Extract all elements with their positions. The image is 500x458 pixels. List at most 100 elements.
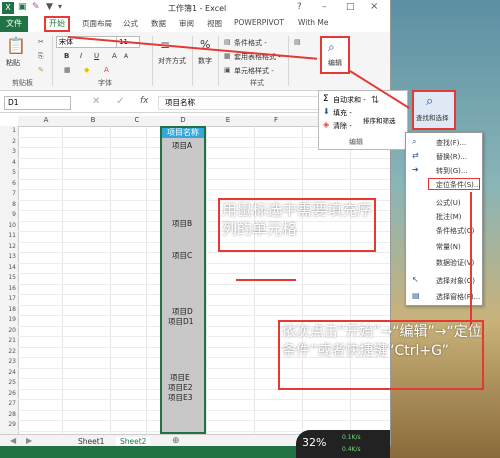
tab-tell-me[interactable]: With Me (298, 18, 329, 27)
cell-d12[interactable]: 项目C (172, 250, 192, 261)
col-header-f[interactable]: F (266, 116, 286, 124)
font-color-icon[interactable]: A (104, 66, 109, 74)
insert-function-button[interactable]: fx (140, 96, 149, 106)
close-button[interactable]: × (370, 1, 378, 12)
underline-button[interactable]: U (94, 52, 99, 60)
row-header-12[interactable]: 12 (0, 243, 16, 250)
dropdown-icon[interactable]: ▾ (58, 2, 62, 11)
next-sheet-icon[interactable]: ▶ (26, 436, 32, 445)
cell-style-button[interactable]: 单元格样式 - (234, 66, 274, 76)
row-header-19[interactable]: 19 (0, 316, 16, 323)
tab-home[interactable]: 开始 (44, 16, 70, 32)
format-painter-icon[interactable]: ✎ (38, 66, 44, 74)
row-header-24[interactable]: 24 (0, 369, 16, 376)
sheet-tab-sheet2[interactable]: Sheet2 (116, 437, 151, 446)
row-header-29[interactable]: 29 (0, 421, 16, 428)
menu-item-replace[interactable]: 替换(R)... (436, 152, 467, 162)
grow-font-button[interactable]: A (112, 52, 117, 60)
tab-review[interactable]: 审阅 (179, 18, 194, 29)
name-box[interactable]: D1 (4, 96, 71, 110)
menu-item-formulas[interactable]: 公式(U) (436, 198, 461, 208)
cut-icon[interactable]: ✂ (38, 38, 44, 46)
col-header-e[interactable]: E (218, 116, 238, 124)
cell-d20[interactable]: 项目D1 (168, 316, 194, 327)
number-button[interactable]: 数字 (198, 56, 212, 66)
find-select-button[interactable]: ⌕ 查找和选择 (412, 90, 456, 130)
menu-item-goto-special[interactable]: 定位条件(S)... (436, 180, 481, 190)
row-header-2[interactable]: 2 (0, 138, 16, 145)
cell-d1[interactable]: 项目名称 (162, 128, 204, 138)
paste-button[interactable]: 粘贴 (6, 58, 20, 68)
row-header-4[interactable]: 4 (0, 159, 16, 166)
row-header-3[interactable]: 3 (0, 148, 16, 155)
row-header-27[interactable]: 27 (0, 400, 16, 407)
col-header-a[interactable]: A (30, 116, 62, 124)
menu-item-conditional-format[interactable]: 条件格式(C) (436, 226, 474, 236)
cell-d27[interactable]: 项目E3 (168, 392, 193, 403)
filter-icon[interactable]: ▼ (46, 2, 53, 12)
row-header-15[interactable]: 15 (0, 274, 16, 281)
minimize-button[interactable]: – (322, 2, 327, 12)
paste-icon[interactable]: 📋 (6, 36, 26, 55)
fill-color-icon[interactable]: ◆ (84, 66, 89, 74)
row-header-11[interactable]: 11 (0, 232, 16, 239)
row-header-9[interactable]: 9 (0, 211, 16, 218)
row-header-21[interactable]: 21 (0, 337, 16, 344)
row-header-22[interactable]: 22 (0, 348, 16, 355)
confirm-icon[interactable]: ✓ (116, 96, 124, 107)
menu-item-comments[interactable]: 批注(M) (436, 212, 462, 222)
row-header-26[interactable]: 26 (0, 390, 16, 397)
bold-button[interactable]: B (64, 52, 69, 60)
prev-sheet-icon[interactable]: ◀ (10, 436, 16, 445)
copy-icon[interactable]: ⎘ (38, 52, 44, 61)
conditional-format-button[interactable]: 条件格式 - (234, 38, 267, 48)
sort-filter-button[interactable]: 排序和筛选 (363, 115, 396, 125)
cell-d2[interactable]: 项目A (172, 140, 192, 151)
shrink-font-button[interactable]: A (124, 53, 128, 60)
row-header-13[interactable]: 13 (0, 253, 16, 260)
row-header-23[interactable]: 23 (0, 358, 16, 365)
menu-item-constants[interactable]: 常量(N) (436, 242, 461, 252)
tab-data[interactable]: 数据 (151, 18, 166, 29)
menu-item-find[interactable]: 查找(F)... (436, 138, 466, 148)
add-sheet-icon[interactable]: ⊕ (172, 436, 180, 446)
row-header-17[interactable]: 17 (0, 295, 16, 302)
border-icon[interactable]: ▦ (64, 66, 71, 74)
row-header-1[interactable]: 1 (0, 127, 16, 134)
tab-page-layout[interactable]: 页面布局 (82, 18, 112, 29)
row-header-8[interactable]: 8 (0, 201, 16, 208)
row-header-10[interactable]: 10 (0, 222, 16, 229)
row-header-7[interactable]: 7 (0, 190, 16, 197)
row-header-18[interactable]: 18 (0, 306, 16, 313)
col-header-c[interactable]: C (126, 116, 148, 124)
tab-file[interactable]: 文件 (0, 16, 28, 32)
row-header-20[interactable]: 20 (0, 327, 16, 334)
cancel-icon[interactable]: ✕ (92, 96, 100, 107)
save-icon[interactable]: ▣ (18, 2, 27, 12)
menu-item-selection-pane[interactable]: 选择窗格(P)... (436, 292, 480, 302)
clear-button[interactable]: 清除 - (333, 121, 352, 131)
menu-item-data-validation[interactable]: 数据验证(V) (436, 258, 474, 268)
alignment-button[interactable]: 对齐方式 (158, 56, 186, 66)
row-header-16[interactable]: 16 (0, 285, 16, 292)
cell-d8[interactable]: 项目B (172, 218, 192, 229)
restore-button[interactable]: □ (346, 2, 355, 12)
row-header-14[interactable]: 14 (0, 264, 16, 271)
row-header-6[interactable]: 6 (0, 180, 16, 187)
row-header-5[interactable]: 5 (0, 169, 16, 176)
italic-button[interactable]: I (80, 52, 82, 60)
fill-button[interactable]: 填充 - (333, 108, 352, 118)
tab-powerpivot[interactable]: POWERPIVOT (234, 18, 284, 27)
tab-formulas[interactable]: 公式 (123, 18, 138, 29)
menu-item-goto[interactable]: 转到(G)... (436, 166, 468, 176)
col-header-d[interactable]: D (160, 116, 206, 124)
row-header-28[interactable]: 28 (0, 411, 16, 418)
autosum-button[interactable]: 自动求和 - (333, 95, 366, 105)
help-button[interactable]: ? (297, 2, 302, 12)
cells-icon[interactable]: ▤ (294, 38, 301, 46)
tab-view[interactable]: 视图 (207, 18, 222, 29)
row-header-25[interactable]: 25 (0, 379, 16, 386)
col-header-b[interactable]: B (78, 116, 108, 124)
eraser-icon[interactable]: ✎ (32, 2, 40, 12)
editing-button[interactable]: ⌕ 编辑 (320, 36, 350, 74)
